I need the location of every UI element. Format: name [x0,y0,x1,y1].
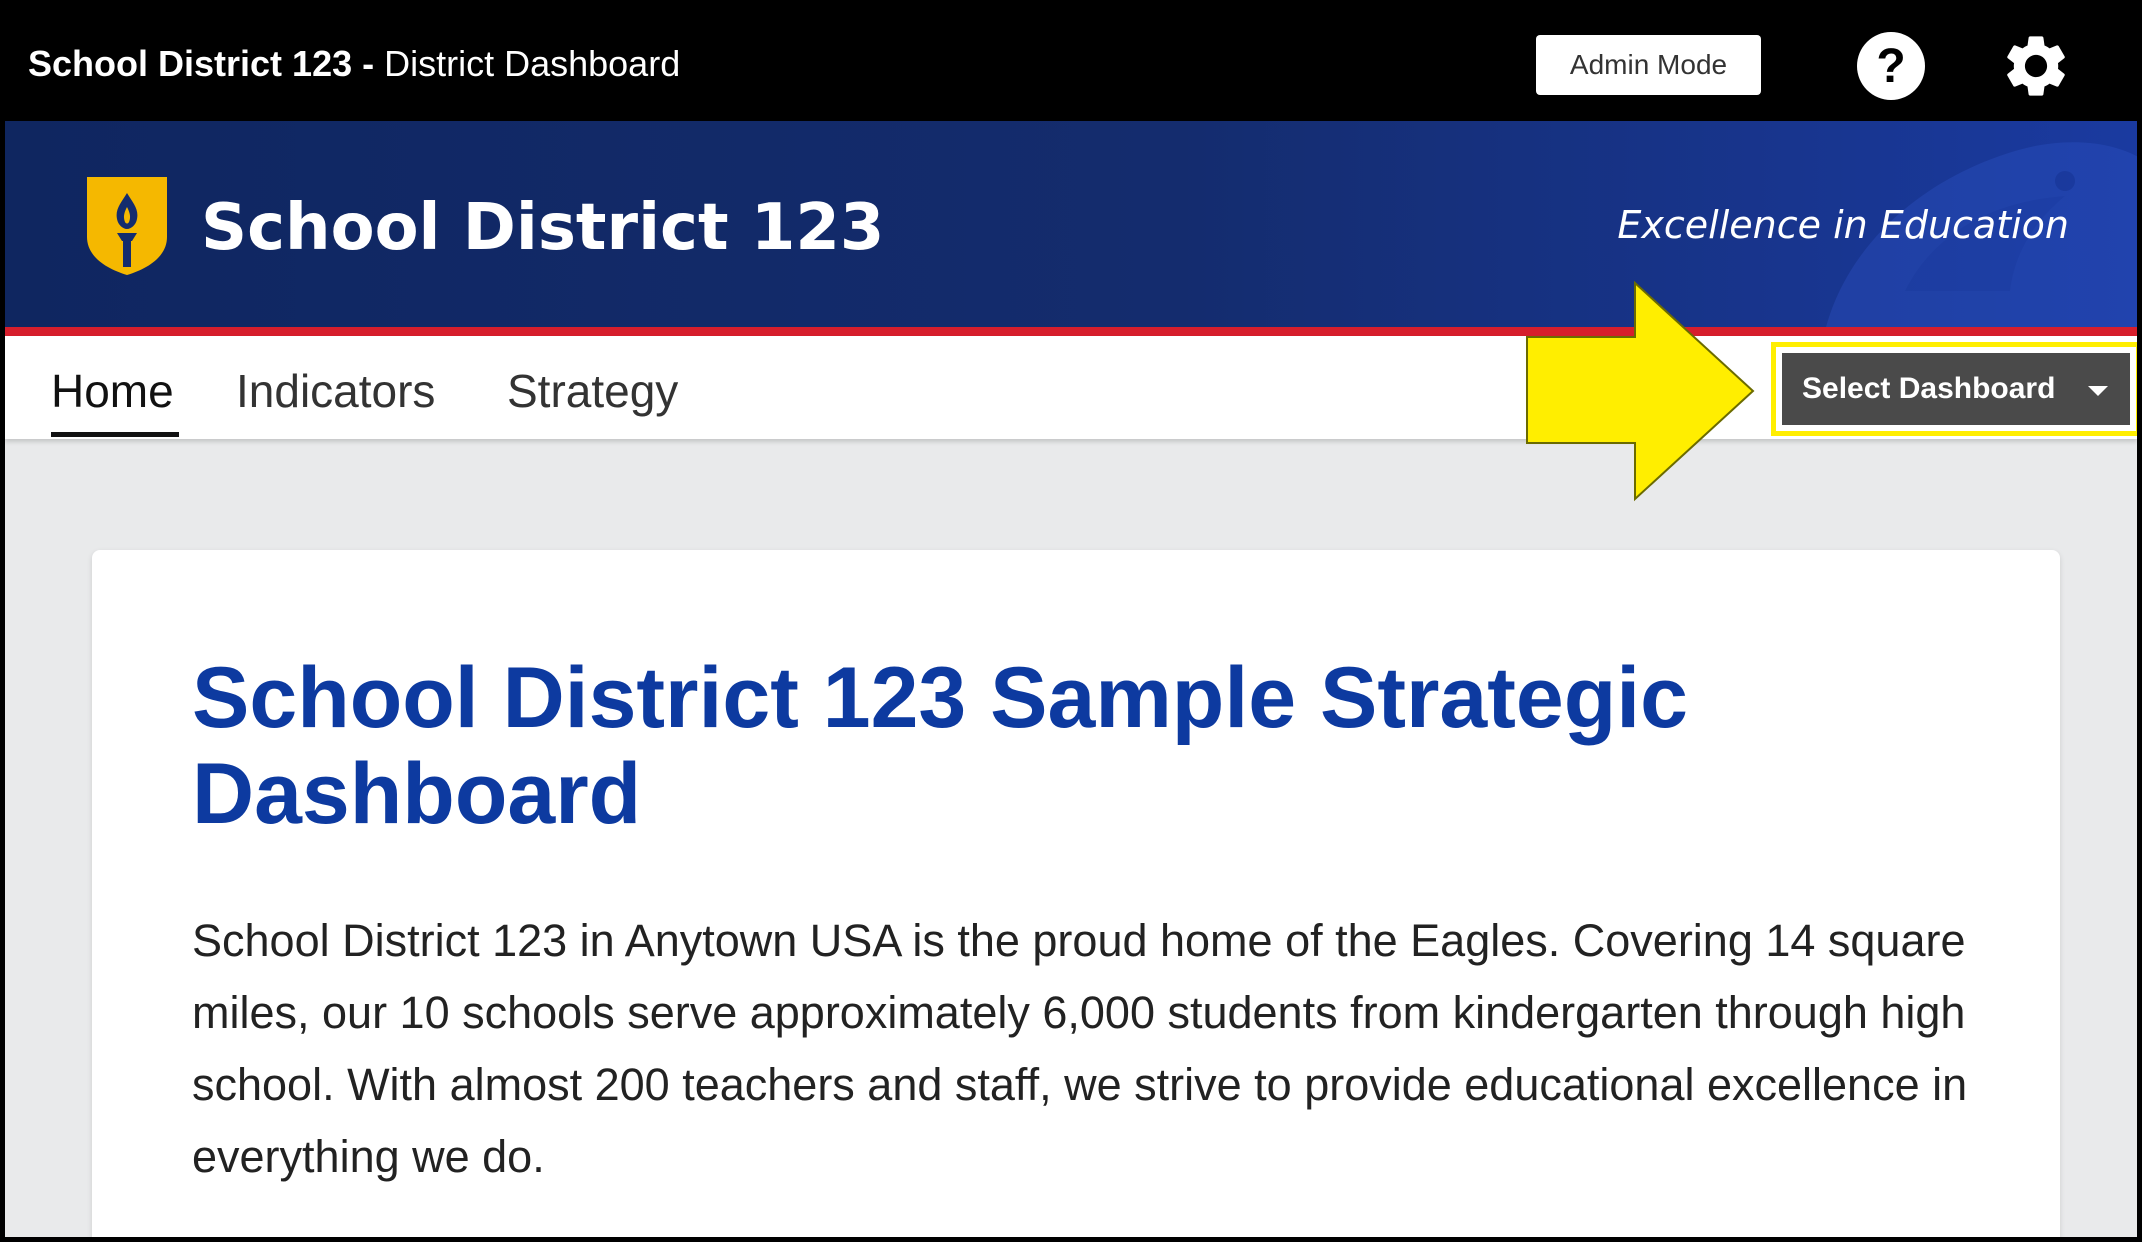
intro-card: School District 123 Sample Strategic Das… [92,550,2060,1237]
intro-paragraph: School District 123 in Anytown USA is th… [192,915,1968,1182]
page-title: School District 123 Sample Strategic Das… [192,650,1688,842]
nav-bar: Home Indicators Strategy Select Dashboar… [5,336,2137,439]
gear-icon[interactable] [1999,29,2073,103]
select-dashboard-highlight: Select Dashboard [1771,342,2137,436]
torch-shield-logo-icon [87,177,167,275]
district-name: School District 123 [201,191,885,265]
select-dashboard-dropdown[interactable]: Select Dashboard [1782,353,2130,425]
admin-mode-button[interactable]: Admin Mode [1536,35,1761,95]
select-dashboard-label: Select Dashboard [1802,372,2056,405]
chevron-down-icon [2088,386,2108,396]
app-title: School District 123 - District Dashboard [28,43,680,85]
app-title-district: School District 123 - [28,43,375,84]
tab-home[interactable]: Home [51,364,174,418]
district-tagline: Excellence in Education [1617,203,2069,247]
app-frame: School District 123 - District Dashboard… [0,0,2142,1242]
top-bar: School District 123 - District Dashboard… [5,5,2137,121]
help-icon[interactable]: ? [1857,32,1925,100]
banner-divider [5,327,2137,336]
annotation-arrow-icon [1526,281,1755,502]
app-title-page: District Dashboard [374,43,681,84]
district-banner: School District 123 Excellence in Educat… [5,121,2137,327]
active-tab-indicator [51,432,179,437]
tab-indicators[interactable]: Indicators [236,364,435,418]
tab-strategy[interactable]: Strategy [507,364,678,418]
